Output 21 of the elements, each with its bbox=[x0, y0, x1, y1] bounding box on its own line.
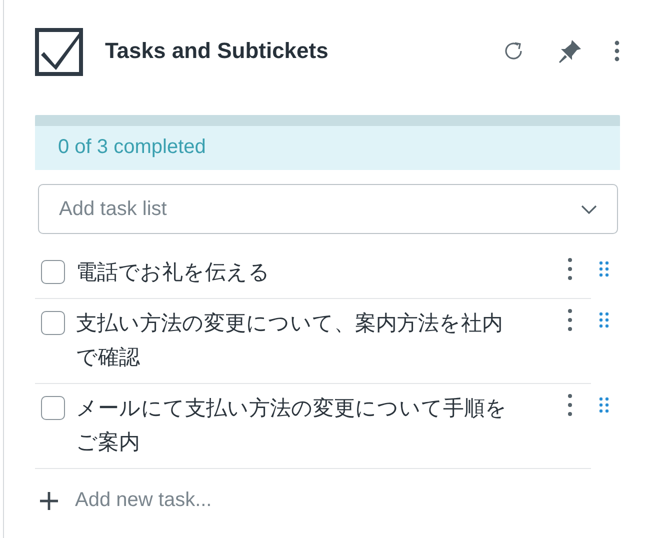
drag-handle-icon[interactable] bbox=[599, 312, 609, 328]
add-task-field[interactable]: Add new task... bbox=[75, 489, 212, 512]
task-text: 電話でお礼を伝える bbox=[76, 260, 270, 286]
plus-icon[interactable] bbox=[39, 490, 59, 510]
checkbox-logo-icon bbox=[35, 26, 85, 76]
more-options-icon[interactable] bbox=[614, 39, 620, 63]
task-text: 支払い方法の変更について、案内方法を社内で確認 bbox=[76, 311, 504, 371]
chevron-down-icon bbox=[581, 204, 597, 214]
more-options-icon[interactable] bbox=[567, 257, 573, 281]
panel-title: Tasks and Subtickets bbox=[105, 38, 328, 64]
drag-handle-icon[interactable] bbox=[599, 397, 609, 413]
task-checkbox[interactable] bbox=[41, 260, 65, 284]
task-text: メールにて支払い方法の変更について手順をご案内 bbox=[76, 396, 508, 456]
drag-handle-icon[interactable] bbox=[599, 261, 609, 277]
pin-icon[interactable] bbox=[556, 37, 584, 65]
task-checkbox[interactable] bbox=[41, 311, 65, 335]
more-options-icon[interactable] bbox=[567, 308, 573, 332]
task-checkbox[interactable] bbox=[41, 396, 65, 420]
progress-label: 0 of 3 completed bbox=[57, 135, 207, 160]
task-list-dropdown[interactable]: Add task list bbox=[38, 184, 618, 234]
more-options-icon[interactable] bbox=[567, 393, 573, 417]
